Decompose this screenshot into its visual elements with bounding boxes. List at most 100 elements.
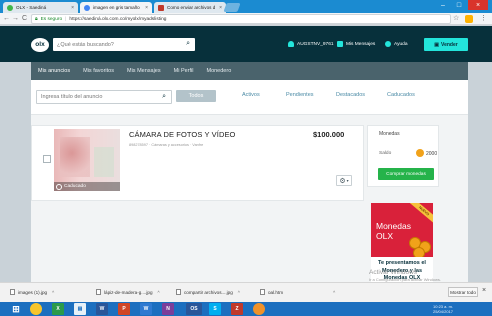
ad-select-checkbox[interactable] <box>43 155 51 163</box>
filter-tab-all[interactable]: Todos <box>176 90 216 102</box>
file-icon <box>260 289 265 295</box>
download-item[interactable]: oal.htm ^ <box>260 289 335 295</box>
olx-favicon-icon <box>7 4 13 11</box>
ad-search-input[interactable] <box>41 94 153 100</box>
chat-icon <box>337 41 343 47</box>
excel-icon[interactable]: X <box>52 303 64 315</box>
chevron-down-icon: ▾ <box>346 178 349 183</box>
tab-label: OLX - Saediná <box>16 5 47 10</box>
outlook-icon[interactable]: OS <box>186 303 202 315</box>
account-subnav: Mis anuncios Mis favoritos Mis Mensajes … <box>31 62 468 80</box>
browser-menu-icon[interactable]: ⋮ <box>480 14 487 22</box>
download-item[interactable]: images (1).jpg ^ <box>10 289 54 295</box>
user-icon <box>288 41 294 47</box>
url-text: https://saediná.olx.com.co/myolx/myadsli… <box>69 16 167 22</box>
new-tab-button[interactable] <box>223 3 241 12</box>
browser-tab-send-files[interactable]: Como enviar archivos d × <box>154 2 226 13</box>
sell-button[interactable]: ▣ Vender <box>424 38 468 51</box>
camera-icon: ▣ <box>434 41 440 48</box>
balance-label: Saldo <box>379 151 392 156</box>
browser-tab-strip: OLX - Saediná × imagen en gris tamaño × … <box>0 0 492 13</box>
minimize-window-icon[interactable]: – <box>436 0 450 10</box>
coin-icon <box>413 247 425 257</box>
lock-icon: 🔒︎ <box>35 17 38 22</box>
filter-tab-pending[interactable]: Pendientes <box>286 92 314 98</box>
skype-icon[interactable]: S <box>209 303 221 315</box>
chevron-up-icon[interactable]: ^ <box>333 290 335 295</box>
coins-title: Monedas <box>379 131 400 137</box>
clock-icon <box>56 183 62 190</box>
word-icon[interactable]: W <box>96 303 108 315</box>
chevron-up-icon[interactable]: ^ <box>158 290 160 295</box>
onenote-icon[interactable]: N <box>162 303 174 315</box>
balance-value: 2000 <box>426 151 438 157</box>
user-account-link[interactable]: AUGSTNV_9761 <box>288 41 334 47</box>
back-icon[interactable]: ← <box>2 14 11 24</box>
file-explorer-icon[interactable]: ▤ <box>74 303 86 315</box>
windows-activation-watermark: Activar Windows Ir a Configuración para … <box>369 269 442 282</box>
coins-promo-banner[interactable]: NUEVO Monedas OLX <box>371 203 433 257</box>
messages-link[interactable]: Mis Mensajes <box>337 41 375 47</box>
search-icon[interactable]: ⌕ <box>186 40 190 48</box>
chrome-icon[interactable] <box>30 303 42 315</box>
forward-icon[interactable]: → <box>11 14 20 24</box>
close-tab-icon[interactable]: × <box>142 5 148 11</box>
show-all-downloads-button[interactable]: Mostrar todo <box>448 287 478 297</box>
download-item[interactable]: compartir archivos....jpg ^ <box>176 289 240 295</box>
reload-icon[interactable]: C <box>20 14 29 24</box>
download-item[interactable]: lápiz-de-madera-g....jpg ^ <box>96 289 160 295</box>
filter-tab-active[interactable]: Activos <box>242 92 260 98</box>
filter-tab-featured[interactable]: Destacados <box>336 92 365 98</box>
browser-tab-olx[interactable]: OLX - Saediná × <box>3 2 78 13</box>
chevron-up-icon[interactable]: ^ <box>52 290 54 295</box>
google-favicon-icon <box>84 4 90 11</box>
user-name: AUGSTNV_9761 <box>297 41 334 47</box>
status-label: Caducado <box>64 184 86 189</box>
site-search-input[interactable] <box>57 41 177 48</box>
help-link[interactable]: Ayuda <box>385 41 408 47</box>
messages-label: Mis Mensajes <box>346 41 376 47</box>
coins-panel: Monedas Saldo 2000 Comprar monedas <box>367 125 439 187</box>
system-clock[interactable]: 10:23 a. m. 25/04/2017 <box>433 304 453 314</box>
file-icon <box>96 289 101 295</box>
ad-meta: 898278597 · Cámaras y accesorios · Vanfr… <box>129 143 204 147</box>
firefox-icon[interactable] <box>253 303 265 315</box>
close-tab-icon[interactable]: × <box>68 5 74 11</box>
address-bar[interactable]: 🔒︎ Es seguro | https://saediná.olx.com.c… <box>31 14 451 24</box>
promo-title: Monedas OLX <box>376 221 411 241</box>
help-label: Ayuda <box>394 41 408 47</box>
app-icon[interactable]: Z <box>231 303 243 315</box>
chevron-up-icon[interactable]: ^ <box>238 290 240 295</box>
filter-tab-expired[interactable]: Caducados <box>387 92 415 98</box>
ad-search: ⌕ <box>36 90 172 104</box>
subnav-favorites[interactable]: Mis favoritos <box>83 68 114 74</box>
page-favicon-icon <box>158 4 164 11</box>
ad-options-button[interactable]: ⚙ ▾ <box>336 175 352 186</box>
browser-toolbar: ← → C 🔒︎ Es seguro | https://saediná.olx… <box>0 13 492 25</box>
subnav-messages[interactable]: Mis Mensajes <box>127 68 161 74</box>
extension-icon[interactable] <box>465 15 473 23</box>
close-window-icon[interactable]: × <box>468 0 488 10</box>
maximize-window-icon[interactable]: □ <box>452 0 466 10</box>
buy-coins-button[interactable]: Comprar monedas <box>378 168 434 180</box>
subnav-profile[interactable]: Mi Perfil <box>174 68 194 74</box>
search-icon[interactable]: ⌕ <box>162 93 166 101</box>
secure-label: Es seguro <box>40 16 63 22</box>
word-doc-icon[interactable]: W <box>140 303 152 315</box>
file-icon <box>10 289 15 295</box>
subnav-wallet[interactable]: Monedero <box>206 68 231 74</box>
status-badge: Caducado <box>54 182 120 191</box>
help-icon <box>385 41 391 47</box>
file-icon <box>176 289 181 295</box>
subnav-my-ads[interactable]: Mis anuncios <box>38 68 70 74</box>
bookmark-star-icon[interactable]: ☆ <box>453 14 459 22</box>
sell-label: Vender <box>441 41 458 48</box>
powerpoint-icon[interactable]: P <box>118 303 130 315</box>
windows-start-icon[interactable]: ⊞ <box>10 303 22 315</box>
ad-title[interactable]: CÁMARA DE FOTOS Y VÍDEO <box>129 130 236 139</box>
browser-tab-images[interactable]: imagen en gris tamaño × <box>80 2 152 13</box>
close-downloads-icon[interactable]: × <box>482 287 486 294</box>
tab-label: imagen en gris tamaño <box>93 5 140 10</box>
close-tab-icon[interactable]: × <box>216 5 222 11</box>
olx-logo[interactable]: olx <box>31 38 49 52</box>
